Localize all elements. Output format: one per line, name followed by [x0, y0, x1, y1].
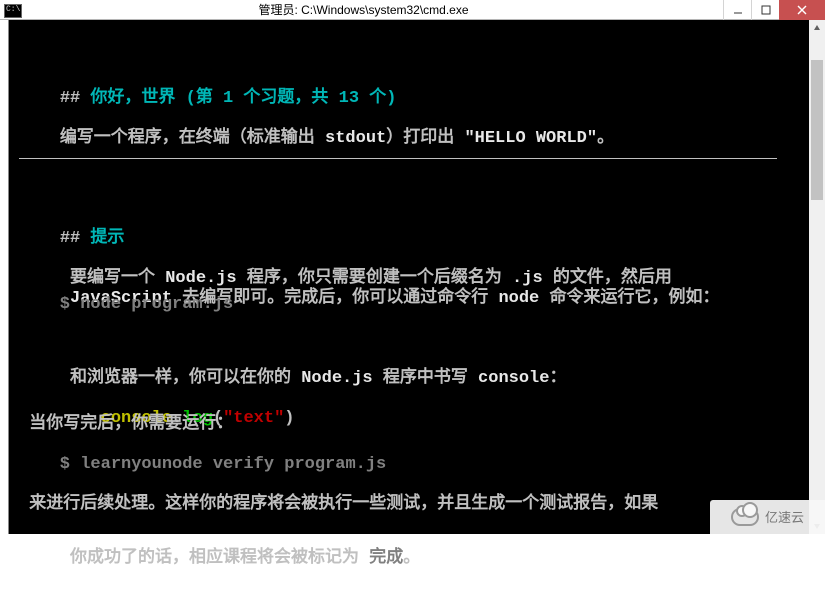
window-controls: [723, 0, 825, 20]
watermark: 亿速云: [710, 500, 825, 534]
maximize-icon: [761, 5, 771, 15]
scroll-up-button[interactable]: [809, 20, 825, 36]
chevron-up-icon: [813, 24, 821, 32]
command-example-2: $ learnyounode verify program.js: [19, 448, 799, 482]
scroll-thumb[interactable]: [811, 60, 823, 200]
close-button[interactable]: [779, 0, 825, 20]
window-title: 管理员: C:\Windows\system32\cmd.exe: [4, 1, 723, 18]
maximize-button[interactable]: [751, 0, 779, 20]
cmd-icon: [4, 4, 22, 18]
watermark-text: 亿速云: [765, 511, 804, 524]
done-literal: 完成: [369, 549, 403, 568]
task-text: 编写一个程序，在终端（标准输出: [60, 129, 325, 148]
vertical-scrollbar[interactable]: [809, 20, 825, 534]
command-example-1: $ node program.js: [19, 288, 799, 322]
code-example: console.log("text"): [19, 368, 799, 402]
separator: [19, 158, 777, 159]
terminal-output: ## 你好，世界 (第 1 个习题，共 13 个) 编写一个程序，在终端（标准输…: [9, 20, 809, 534]
window-titlebar: 管理员: C:\Windows\system32\cmd.exe: [0, 0, 825, 20]
close-icon: [796, 4, 808, 16]
stdout-literal: stdout: [325, 129, 386, 148]
hello-world-literal: "HELLO WORLD": [464, 129, 597, 148]
cloud-icon: [731, 508, 759, 526]
minimize-button[interactable]: [723, 0, 751, 20]
minimize-icon: [733, 5, 743, 15]
window-left-border: [0, 20, 9, 534]
